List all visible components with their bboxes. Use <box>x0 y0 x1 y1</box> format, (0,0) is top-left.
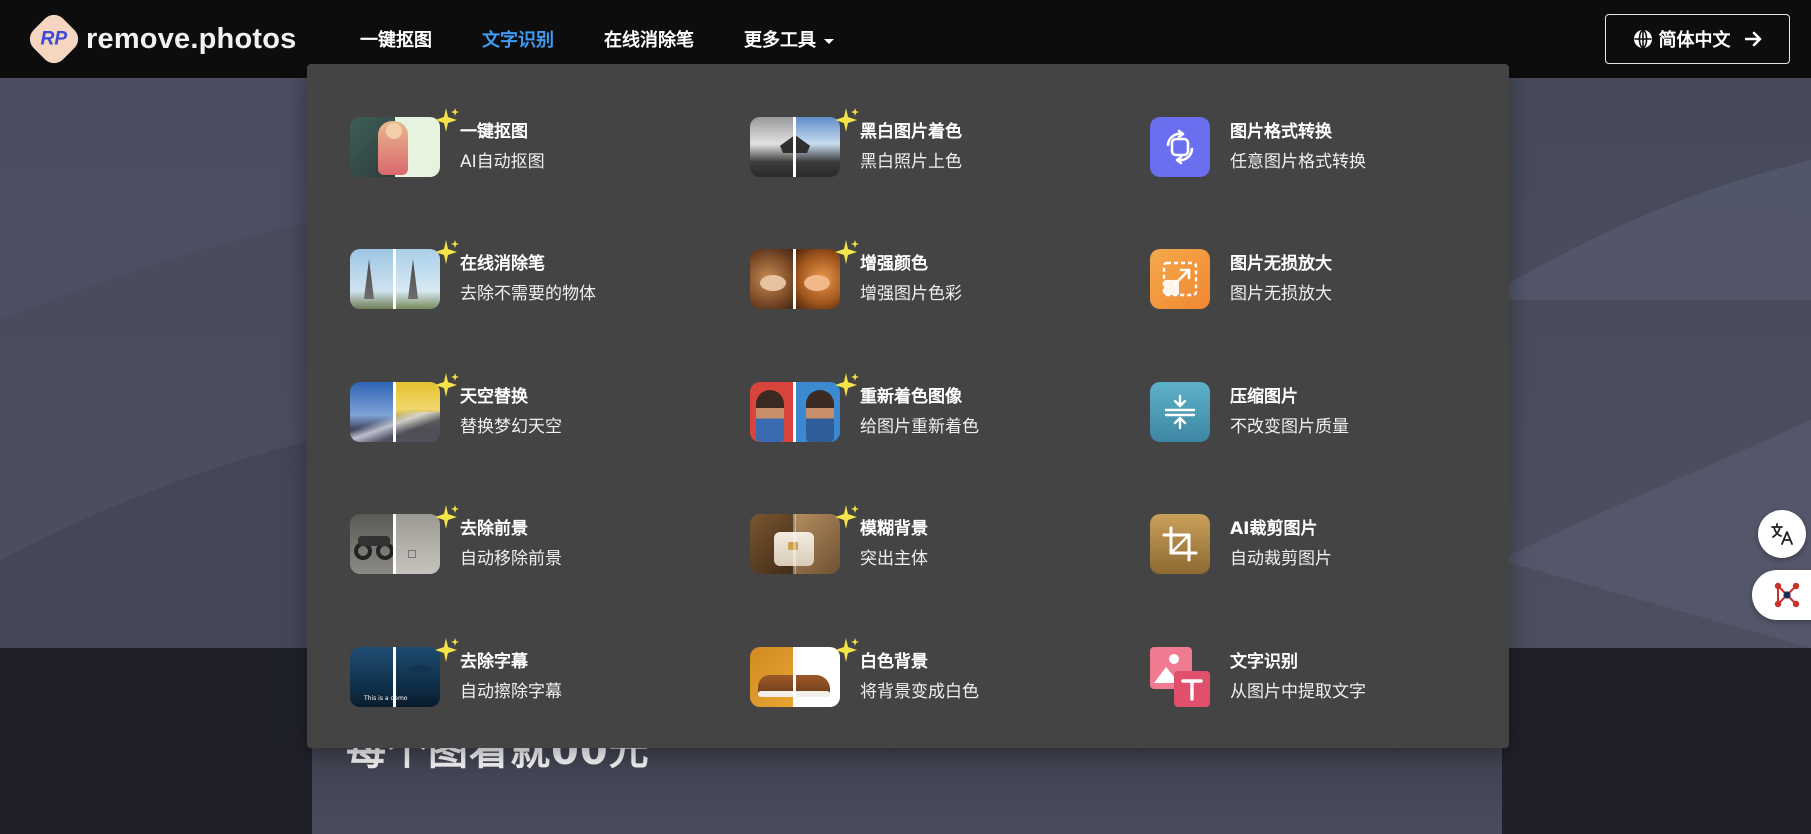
tool-item-enhance-color[interactable]: 增强颜色 增强图片色彩 <box>750 240 1110 313</box>
caret-down-icon <box>824 38 834 44</box>
tool-title: 去除前景 <box>460 519 528 539</box>
tool-thumbnail <box>750 117 840 177</box>
crop-icon <box>1150 514 1210 574</box>
tool-thumbnail <box>750 514 840 574</box>
tool-title: 在线消除笔 <box>460 254 545 274</box>
network-widget-button[interactable] <box>1752 570 1811 620</box>
tool-title: 去除字幕 <box>460 652 528 672</box>
sparkle-icon <box>435 505 459 529</box>
tool-item-remove-foreground[interactable]: 去除前景 自动移除前景 <box>350 505 710 578</box>
tool-subtitle: 自动擦除字幕 <box>460 682 562 702</box>
tool-subtitle: 给图片重新着色 <box>860 417 979 437</box>
tool-subtitle: 将背景变成白色 <box>860 682 979 702</box>
tool-subtitle: 黑白照片上色 <box>860 152 962 172</box>
logo-text: remove.photos <box>86 22 297 55</box>
thumb-caption: This is a demo <box>364 695 408 702</box>
nav-link-cutout[interactable]: 一键抠图 <box>360 26 432 52</box>
nav-link-more-tools[interactable]: 更多工具 <box>744 26 834 52</box>
tool-item-eraser[interactable]: 在线消除笔 去除不需要的物体 <box>350 240 710 313</box>
tool-subtitle: 不改变图片质量 <box>1230 417 1349 437</box>
tool-title: 模糊背景 <box>860 519 928 539</box>
tool-title: 图片格式转换 <box>1230 122 1332 142</box>
tool-title: AI裁剪图片 <box>1230 519 1318 539</box>
tool-subtitle: 突出主体 <box>860 549 928 569</box>
tool-title: 黑白图片着色 <box>860 122 962 142</box>
tool-title: 一键抠图 <box>460 122 528 142</box>
sparkle-icon <box>835 638 859 662</box>
globe-icon <box>1633 29 1652 49</box>
tool-item-recolor[interactable]: 重新着色图像 给图片重新着色 <box>750 373 1110 446</box>
tool-thumbnail <box>350 514 440 574</box>
more-tools-dropdown: 一键抠图 AI自动抠图 在线消除笔 去除不需要的物体 天空替换 替换梦幻天空 去… <box>307 64 1509 748</box>
sparkle-icon <box>835 240 859 264</box>
tool-item-remove-subtitles[interactable]: This is a demo 去除字幕 自动擦除字幕 <box>350 638 710 711</box>
sparkle-icon <box>435 638 459 662</box>
tool-thumbnail <box>350 382 440 442</box>
tool-item-colorize[interactable]: 黑白图片着色 黑白照片上色 <box>750 108 1110 181</box>
tool-item-compress[interactable]: 压缩图片 不改变图片质量 <box>1150 382 1510 446</box>
translate-icon <box>1771 523 1793 545</box>
tool-title: 重新着色图像 <box>860 387 962 407</box>
language-label: 简体中文 <box>1658 30 1731 51</box>
tool-title: 压缩图片 <box>1230 387 1298 407</box>
tool-item-ai-crop[interactable]: AI裁剪图片 自动裁剪图片 <box>1150 514 1510 578</box>
tool-title: 增强颜色 <box>860 254 928 274</box>
tool-item-cutout[interactable]: 一键抠图 AI自动抠图 <box>350 108 710 181</box>
tool-item-format-convert[interactable]: 图片格式转换 任意图片格式转换 <box>1150 117 1510 181</box>
sparkle-icon <box>835 108 859 132</box>
tool-item-ocr[interactable]: 文字识别 从图片中提取文字 <box>1150 647 1510 711</box>
tool-thumbnail <box>750 249 840 309</box>
ocr-icon <box>1150 647 1210 707</box>
language-button[interactable]: 简体中文 <box>1605 14 1790 64</box>
tool-thumbnail <box>750 647 840 707</box>
tool-subtitle: 任意图片格式转换 <box>1230 152 1366 172</box>
logo-mark-icon: RP <box>24 9 84 69</box>
tool-subtitle: 从图片中提取文字 <box>1230 682 1366 702</box>
format-convert-icon <box>1150 117 1210 177</box>
tool-subtitle: 自动裁剪图片 <box>1230 549 1332 569</box>
sparkle-icon <box>835 373 859 397</box>
tool-title: 天空替换 <box>460 387 528 407</box>
tool-subtitle: 图片无损放大 <box>1230 284 1332 304</box>
tool-item-sky-replace[interactable]: 天空替换 替换梦幻天空 <box>350 373 710 446</box>
sparkle-icon <box>435 373 459 397</box>
tool-subtitle: 增强图片色彩 <box>860 284 962 304</box>
tool-item-blur-background[interactable]: 模糊背景 突出主体 <box>750 505 1110 578</box>
sparkle-icon <box>435 108 459 132</box>
tool-title: 文字识别 <box>1230 652 1298 672</box>
tool-thumbnail <box>350 117 440 177</box>
tool-subtitle: AI自动抠图 <box>460 152 545 172</box>
tool-subtitle: 自动移除前景 <box>460 549 562 569</box>
nav-link-ocr[interactable]: 文字识别 <box>482 26 554 52</box>
tool-title: 图片无损放大 <box>1230 254 1332 274</box>
nav-link-eraser[interactable]: 在线消除笔 <box>604 26 694 52</box>
upscale-icon <box>1150 249 1210 309</box>
tool-title: 白色背景 <box>860 652 928 672</box>
translate-widget-button[interactable] <box>1758 510 1806 558</box>
compress-icon <box>1150 382 1210 442</box>
network-icon <box>1774 582 1800 608</box>
tool-item-white-background[interactable]: 白色背景 将背景变成白色 <box>750 638 1110 711</box>
tool-thumbnail <box>750 382 840 442</box>
arrow-right-icon <box>1744 31 1761 47</box>
tool-subtitle: 去除不需要的物体 <box>460 284 596 304</box>
tool-item-upscale[interactable]: 图片无损放大 图片无损放大 <box>1150 249 1510 313</box>
tool-subtitle: 替换梦幻天空 <box>460 417 562 437</box>
tool-thumbnail: This is a demo <box>350 647 440 707</box>
sparkle-icon <box>435 240 459 264</box>
sparkle-icon <box>835 505 859 529</box>
site-logo[interactable]: RP remove.photos <box>24 9 297 69</box>
tool-thumbnail <box>350 249 440 309</box>
